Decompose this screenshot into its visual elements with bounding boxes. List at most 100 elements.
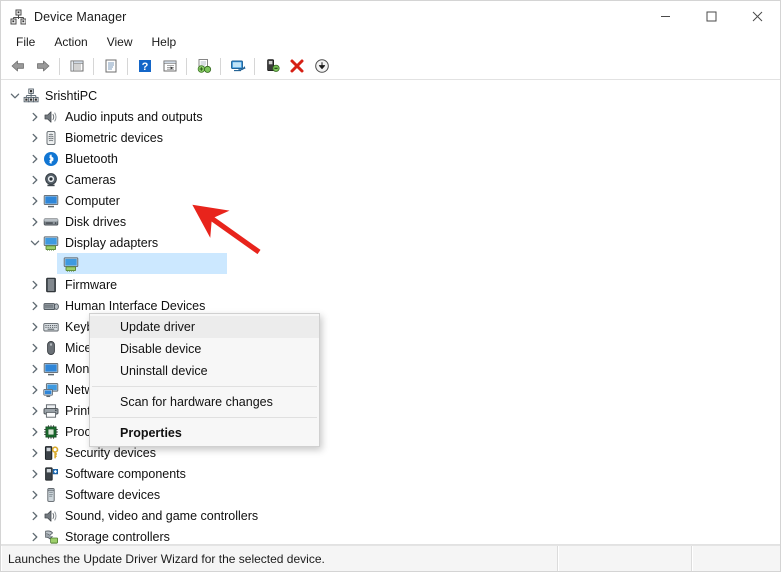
chevron-down-icon[interactable] (27, 235, 43, 251)
selection-highlight (57, 253, 227, 274)
enable-device-icon[interactable] (310, 55, 333, 78)
device-tree-panel: SrishtiPC Audio inputs and outputs Biometr… (1, 80, 780, 545)
tree-item-label: Audio inputs and outputs (65, 109, 203, 124)
display-adapter-icon (43, 235, 59, 251)
context-menu-item-disable-device[interactable]: Disable device (90, 338, 319, 360)
display-adapter-icon (63, 256, 79, 272)
camera-icon (43, 172, 59, 188)
context-menu[interactable]: Update driver Disable device Uninstall dev… (89, 313, 320, 447)
toolbar-separator (254, 57, 255, 75)
close-button[interactable] (734, 1, 780, 32)
tree-item-computer[interactable]: Computer (1, 190, 780, 211)
tree-item-firmware[interactable]: Firmware (1, 274, 780, 295)
tree-item-label: Biometric devices (65, 130, 163, 145)
uninstall-device-icon[interactable] (285, 55, 308, 78)
chevron-right-icon[interactable] (27, 214, 43, 230)
toolbar-separator (186, 57, 187, 75)
chevron-right-icon[interactable] (27, 403, 43, 419)
svg-text:?: ? (141, 61, 148, 73)
security-device-icon (43, 445, 59, 461)
tree-item-audio-inputs-and-outputs[interactable]: Audio inputs and outputs (1, 106, 780, 127)
context-menu-item-uninstall-device[interactable]: Uninstall device (90, 360, 319, 382)
context-menu-separator (92, 417, 317, 418)
chevron-right-icon[interactable] (27, 340, 43, 356)
tree-item-label: Sound, video and game controllers (65, 508, 259, 523)
tree-item-bluetooth[interactable]: Bluetooth (1, 148, 780, 169)
tree-item-label: Human Interface Devices (65, 298, 206, 313)
scan-for-hardware-changes-icon[interactable] (226, 55, 249, 78)
menu-bar: File Action View Help (1, 32, 780, 53)
computer-tree-icon (23, 88, 39, 104)
chevron-right-icon[interactable] (27, 508, 43, 524)
device-manager-icon (10, 9, 27, 25)
menu-file[interactable]: File (7, 33, 44, 52)
tree-item-display-adapter-device[interactable] (1, 253, 780, 274)
status-panel-3 (692, 546, 780, 571)
chevron-right-icon[interactable] (27, 445, 43, 461)
tree-item-software-components[interactable]: Software components (1, 463, 780, 484)
tree-item-label: Disk drives (65, 214, 127, 229)
speaker-icon (43, 508, 59, 524)
forward-icon[interactable] (31, 55, 54, 78)
chevron-down-icon[interactable] (7, 88, 23, 104)
back-icon[interactable] (6, 55, 29, 78)
tree-item-label: Display adapters (65, 235, 159, 250)
monitor-icon (43, 361, 59, 377)
tree-item-display-adapters[interactable]: Display adapters (1, 232, 780, 253)
chevron-right-icon[interactable] (27, 361, 43, 377)
show-hide-console-tree-icon[interactable] (65, 55, 88, 78)
chevron-right-icon[interactable] (27, 466, 43, 482)
tree-item-storage-controllers[interactable]: Storage controllers (1, 526, 780, 545)
help-icon[interactable]: ? (133, 55, 156, 78)
tree-item-label: Bluetooth (65, 151, 118, 166)
chevron-right-icon[interactable] (27, 172, 43, 188)
context-menu-item-update-driver[interactable]: Update driver (90, 316, 319, 338)
chevron-right-icon[interactable] (27, 424, 43, 440)
printer-icon (43, 403, 59, 419)
toolbar: ? (1, 53, 780, 80)
tree-item-label: Storage controllers (65, 529, 170, 544)
chevron-right-icon[interactable] (27, 319, 43, 335)
status-message: Launches the Update Driver Wizard for th… (1, 546, 558, 571)
tree-item-cameras[interactable]: Cameras (1, 169, 780, 190)
fingerprint-icon (43, 130, 59, 146)
software-device-icon (43, 487, 59, 503)
chevron-right-icon[interactable] (27, 382, 43, 398)
status-bar: Launches the Update Driver Wizard for th… (1, 545, 780, 571)
keyboard-icon (43, 319, 59, 335)
bluetooth-icon (43, 151, 59, 167)
properties-icon[interactable] (99, 55, 122, 78)
chevron-right-icon[interactable] (27, 277, 43, 293)
chevron-right-icon[interactable] (27, 109, 43, 125)
chevron-right-icon[interactable] (27, 151, 43, 167)
tree-item-srishtipc[interactable]: SrishtiPC (1, 85, 780, 106)
device-tree[interactable]: SrishtiPC Audio inputs and outputs Biometr… (1, 80, 780, 544)
update-driver-icon[interactable] (192, 55, 215, 78)
software-component-icon (43, 466, 59, 482)
speaker-icon (43, 109, 59, 125)
context-menu-item-scan-for-hardware-changes[interactable]: Scan for hardware changes (90, 391, 319, 413)
chevron-right-icon[interactable] (27, 298, 43, 314)
menu-view[interactable]: View (98, 33, 142, 52)
tree-item-label: Computer (65, 193, 120, 208)
view-icon[interactable] (158, 55, 181, 78)
chevron-right-icon[interactable] (27, 487, 43, 503)
context-menu-item-properties[interactable]: Properties (90, 422, 319, 444)
tree-item-label: SrishtiPC (45, 88, 98, 103)
toolbar-separator (127, 57, 128, 75)
chevron-right-icon[interactable] (27, 193, 43, 209)
tree-item-biometric-devices[interactable]: Biometric devices (1, 127, 780, 148)
minimize-button[interactable] (642, 1, 688, 32)
tree-item-software-devices[interactable]: Software devices (1, 484, 780, 505)
menu-help[interactable]: Help (143, 33, 186, 52)
tree-item-sound-video-and-game-controllers[interactable]: Sound, video and game controllers (1, 505, 780, 526)
disable-device-icon[interactable] (260, 55, 283, 78)
chevron-right-icon[interactable] (27, 529, 43, 545)
maximize-button[interactable] (688, 1, 734, 32)
menu-action[interactable]: Action (45, 33, 96, 52)
chevron-right-icon[interactable] (27, 130, 43, 146)
tree-item-disk-drives[interactable]: Disk drives (1, 211, 780, 232)
device-manager-window: Device Manager File Action View Help ? Sris… (0, 0, 781, 572)
window-title: Device Manager (34, 9, 127, 24)
